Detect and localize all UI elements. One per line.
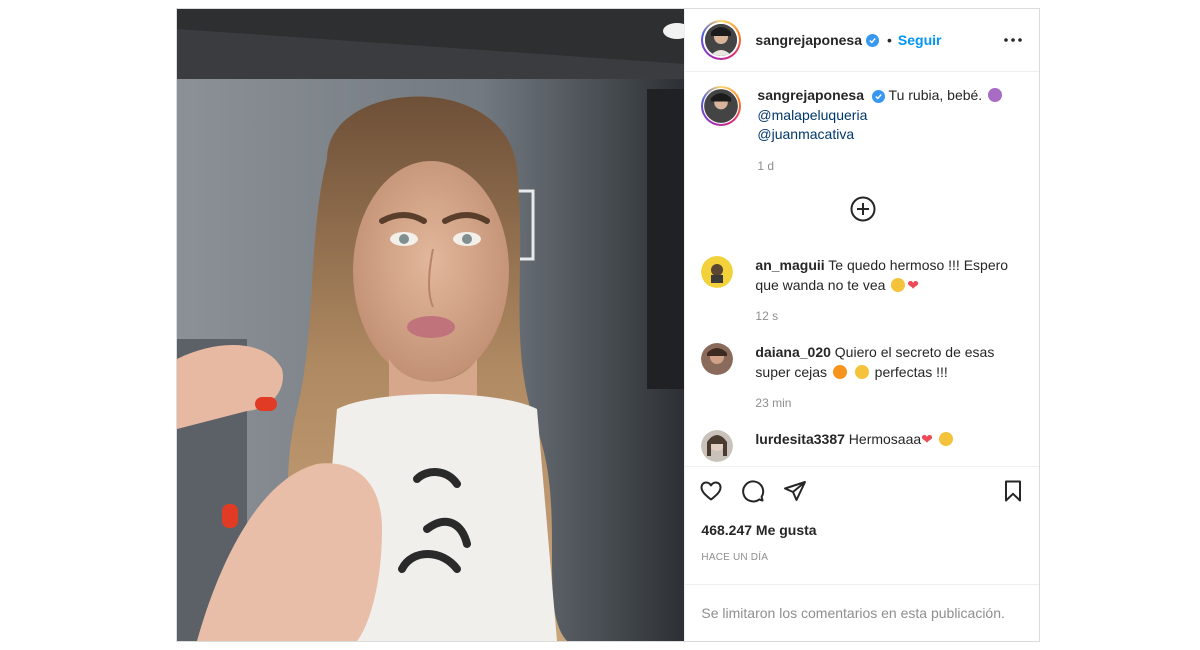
comments-section[interactable]: sangrejaponesa Tu rubia, bebé. @malapelu… (685, 72, 1039, 466)
comment-username[interactable]: lurdesita3387 (755, 431, 845, 447)
comment-text-end: perfectas !!! (874, 363, 948, 380)
comment: lurdesita3387 Hermosaaa❤ (685, 430, 1039, 462)
posted-time: HACE UN DÍA (701, 552, 769, 563)
heart-emoji-icon: ❤ (921, 431, 933, 447)
header-separator: • (887, 32, 892, 48)
comment-username[interactable]: an_maguii (755, 257, 824, 273)
mention-link[interactable]: @juanmacativa (757, 125, 1023, 145)
mention-link[interactable]: @malapeluqueria (757, 106, 1023, 126)
comment-time: 23 min (755, 396, 792, 410)
fire-emoji-icon (832, 364, 847, 379)
comment-bubble-icon[interactable] (741, 479, 765, 503)
laughing-emoji-icon (891, 277, 906, 292)
heart-eyes-emoji-icon (938, 432, 953, 446)
caption: sangrejaponesa Tu rubia, bebé. @malapelu… (685, 86, 1039, 176)
bookmark-icon[interactable] (1001, 479, 1025, 503)
instagram-post: sangrejaponesa • Seguir sangrejaponesa T… (176, 8, 1040, 642)
comment: an_maguii Te quedo hermoso !!! Espero qu… (685, 256, 1039, 327)
comments-limited-notice: Se limitaron los comentarios en esta pub… (685, 584, 1039, 641)
more-options-icon[interactable] (1001, 28, 1025, 52)
commenter-avatar[interactable] (701, 343, 734, 375)
commenter-avatar[interactable] (701, 430, 734, 462)
likes-count[interactable]: 468.247 Me gusta (685, 514, 1039, 544)
paper-plane-icon[interactable] (783, 479, 807, 503)
verified-badge-icon (866, 33, 880, 47)
comment: daiana_020 Quiero el secreto de esas sup… (685, 343, 1039, 414)
caption-text: Tu rubia, bebé. (888, 87, 983, 103)
caption-time: 1 d (757, 158, 775, 173)
author-avatar[interactable] (701, 20, 742, 60)
post-photo[interactable] (177, 9, 685, 641)
comment-text: Hermosaaa (848, 431, 922, 447)
emoji-icon (988, 88, 1003, 102)
plus-circle-icon[interactable] (849, 195, 877, 223)
verified-badge-icon (871, 89, 885, 103)
post-header: sangrejaponesa • Seguir (685, 9, 1039, 72)
portrait-image (177, 9, 685, 641)
caption-avatar[interactable] (701, 86, 742, 126)
author-username[interactable]: sangrejaponesa (755, 32, 862, 48)
raising-hands-emoji-icon (854, 364, 869, 379)
post-side-panel: sangrejaponesa • Seguir sangrejaponesa T… (684, 9, 1039, 641)
heart-emoji-icon: ❤ (907, 276, 920, 293)
heart-outline-icon[interactable] (699, 479, 723, 503)
post-actions (685, 466, 1039, 514)
comment-time: 12 s (755, 309, 779, 323)
commenter-avatar[interactable] (701, 256, 734, 288)
follow-button[interactable]: Seguir (898, 32, 942, 48)
caption-username[interactable]: sangrejaponesa (757, 87, 864, 103)
comment-username[interactable]: daiana_020 (755, 344, 831, 360)
